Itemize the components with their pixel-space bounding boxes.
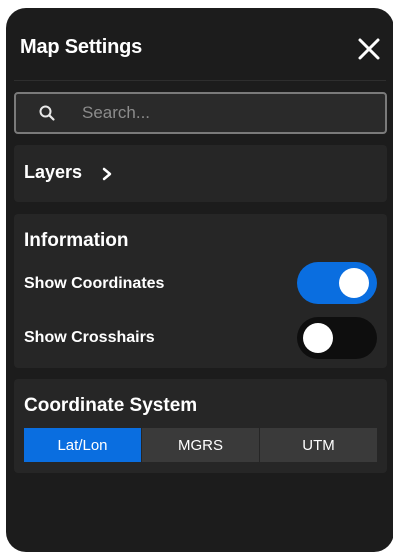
- header-divider: [14, 80, 386, 81]
- option-mgrs[interactable]: MGRS: [141, 428, 259, 462]
- chevron-right-icon: [102, 167, 112, 181]
- option-lat-lon[interactable]: Lat/Lon: [24, 428, 141, 462]
- toggle-knob: [303, 323, 333, 353]
- toggle-knob: [339, 268, 369, 298]
- layers-label: Layers: [24, 162, 83, 182]
- show-crosshairs-label: Show Crosshairs: [24, 329, 155, 346]
- search-icon: [39, 105, 55, 121]
- coordinate-system-section: Coordinate System Lat/Lon MGRS UTM: [14, 379, 387, 473]
- map-settings-panel: Map Settings Layers Information Show Coo…: [6, 8, 393, 552]
- coordinate-system-selector: Lat/Lon MGRS UTM: [24, 428, 377, 462]
- panel-title: Map Settings: [20, 36, 143, 58]
- show-coordinates-toggle[interactable]: [297, 262, 377, 304]
- panel-header: Map Settings: [6, 8, 393, 80]
- search-input[interactable]: [82, 94, 372, 132]
- close-button[interactable]: [354, 34, 384, 64]
- show-coordinates-label: Show Coordinates: [24, 275, 165, 292]
- option-utm[interactable]: UTM: [259, 428, 377, 462]
- information-section: Information Show Coordinates Show Crossh…: [14, 214, 387, 368]
- close-icon: [358, 38, 380, 60]
- information-title: Information: [24, 230, 129, 251]
- search-field[interactable]: [14, 92, 387, 134]
- layers-row[interactable]: Layers: [14, 145, 387, 202]
- coordinate-system-title: Coordinate System: [24, 395, 198, 416]
- show-crosshairs-toggle[interactable]: [297, 317, 377, 359]
